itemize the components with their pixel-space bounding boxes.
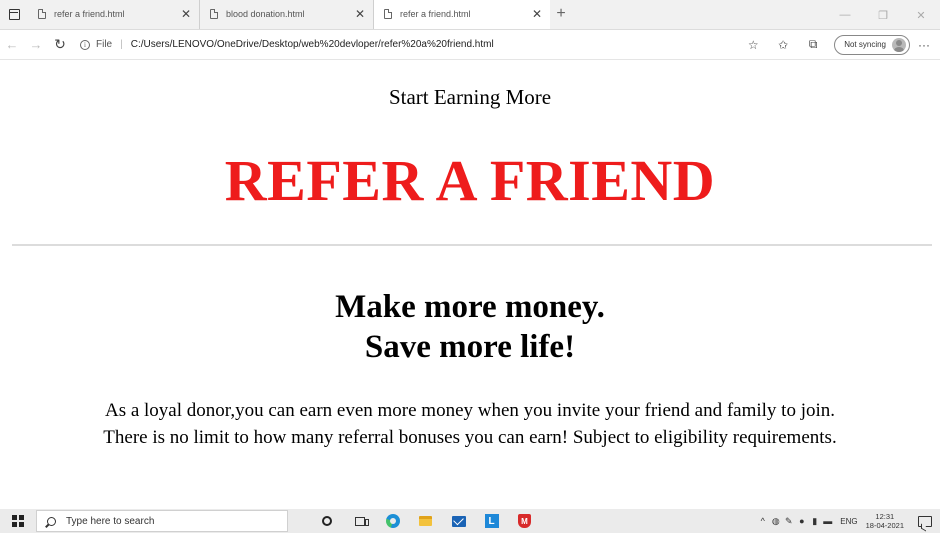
system-tray: ^ ◍ ✎ ● ▮ ▬ ENG 12:31 18-04-2021 — [756, 509, 940, 533]
windows-logo-icon — [12, 515, 24, 527]
description-paragraph: As a loyal donor,you can earn even more … — [0, 397, 940, 451]
mcafee-button[interactable]: M — [508, 509, 541, 533]
refresh-icon[interactable]: ↻ — [48, 30, 72, 60]
security-icon[interactable]: ● — [795, 516, 808, 526]
notification-center-icon[interactable] — [918, 515, 932, 527]
mail-icon — [451, 515, 466, 527]
language-indicator[interactable]: ENG — [840, 517, 857, 526]
page-icon — [384, 9, 392, 19]
profile-button[interactable]: Not syncing — [834, 34, 910, 55]
favorites-icon[interactable]: ✩ — [768, 38, 798, 52]
clock-date: 18-04-2021 — [865, 521, 904, 530]
battery-icon[interactable]: ▬ — [821, 516, 834, 526]
file-explorer-button[interactable] — [409, 509, 442, 533]
search-icon — [47, 516, 56, 526]
close-window-button[interactable]: ✕ — [902, 0, 940, 30]
clock-time: 12:31 — [875, 512, 895, 521]
tab-title: refer a friend.html — [54, 9, 125, 19]
minimize-button[interactable]: — — [826, 0, 864, 30]
mail-button[interactable] — [442, 509, 475, 533]
address-bar: ← → ↻ i File | C:/Users/LENOVO/OneDrive/… — [0, 30, 940, 60]
mcafee-icon: M — [518, 514, 531, 528]
url-separator: | — [120, 39, 123, 50]
microphone-icon[interactable]: ▮ — [808, 516, 821, 527]
back-arrow-icon[interactable]: ← — [0, 30, 24, 60]
horizontal-rule — [12, 244, 932, 246]
page-title: REFER A FRIEND — [224, 148, 716, 213]
info-icon[interactable]: i — [80, 39, 90, 50]
task-view-icon — [354, 516, 369, 526]
tab-refer-a-friend-1[interactable]: refer a friend.html ✕ — [28, 0, 200, 29]
edge-icon — [385, 514, 400, 528]
lenovo-vantage-icon: L — [484, 514, 499, 528]
search-placeholder: Type here to search — [66, 515, 155, 527]
taskbar: Type here to search L M ^ ◍ ✎ ● ▮ ▬ ENG … — [0, 509, 940, 533]
description-line-2: There is no limit to how many referral b… — [103, 427, 837, 448]
subheadline-line-1: Make more money. — [335, 289, 605, 325]
start-button[interactable] — [0, 509, 36, 533]
subheadline: Make more money. Save more life! — [0, 287, 940, 367]
task-view-button[interactable] — [343, 509, 376, 533]
more-options-icon[interactable]: ··· — [918, 38, 930, 52]
pen-icon[interactable]: ✎ — [782, 516, 795, 527]
description-line-1: As a loyal donor,you can earn even more … — [104, 400, 835, 421]
url-field[interactable]: i File | C:/Users/LENOVO/OneDrive/Deskto… — [80, 34, 738, 56]
taskbar-apps: L M — [310, 509, 541, 533]
cortana-icon — [321, 516, 332, 526]
edge-button[interactable] — [376, 509, 409, 533]
tab-refer-a-friend-active[interactable]: refer a friend.html ✕ — [374, 0, 550, 29]
screen: refer a friend.html ✕ blood donation.htm… — [0, 0, 940, 533]
close-tab-icon[interactable]: ✕ — [355, 7, 365, 21]
add-favorite-icon[interactable]: ☆ — [738, 38, 768, 52]
restore-button[interactable]: ❐ — [864, 0, 902, 30]
cortana-button[interactable] — [310, 509, 343, 533]
tab-title: refer a friend.html — [400, 9, 471, 19]
taskbar-search-input[interactable]: Type here to search — [36, 510, 288, 532]
network-status-icon[interactable]: ◍ — [769, 516, 782, 527]
avatar-icon — [892, 37, 906, 52]
close-tab-icon[interactable]: ✕ — [532, 7, 542, 21]
clock[interactable]: 12:31 18-04-2021 — [866, 512, 904, 530]
close-tab-icon[interactable]: ✕ — [181, 7, 191, 21]
collections-icon[interactable]: ⧉ — [798, 37, 828, 52]
tab-actions-icon[interactable] — [0, 0, 28, 29]
protocol-label: File — [96, 39, 113, 50]
window-controls: — ❐ ✕ — [826, 0, 940, 30]
subheadline-line-2: Save more life! — [364, 329, 576, 365]
tab-strip: refer a friend.html ✕ blood donation.htm… — [0, 0, 940, 30]
page-content: Start Earning More REFER A FRIEND Make m… — [0, 61, 940, 509]
url-text[interactable]: C:/Users/LENOVO/OneDrive/Desktop/web%20d… — [131, 39, 494, 50]
file-explorer-icon — [419, 516, 432, 526]
new-tab-button[interactable]: + — [550, 0, 572, 29]
browser-toolbar: ☆ ✩ ⧉ Not syncing ··· — [738, 30, 940, 60]
page-icon — [210, 9, 218, 19]
tab-title: blood donation.html — [226, 9, 305, 19]
lenovo-vantage-button[interactable]: L — [475, 509, 508, 533]
show-hidden-icons-chevron-icon[interactable]: ^ — [756, 516, 769, 526]
sync-status-label: Not syncing — [844, 40, 886, 49]
tagline: Start Earning More — [388, 85, 552, 109]
page-icon — [38, 9, 46, 19]
tab-blood-donation[interactable]: blood donation.html ✕ — [200, 0, 374, 29]
forward-arrow-icon[interactable]: → — [24, 30, 48, 60]
